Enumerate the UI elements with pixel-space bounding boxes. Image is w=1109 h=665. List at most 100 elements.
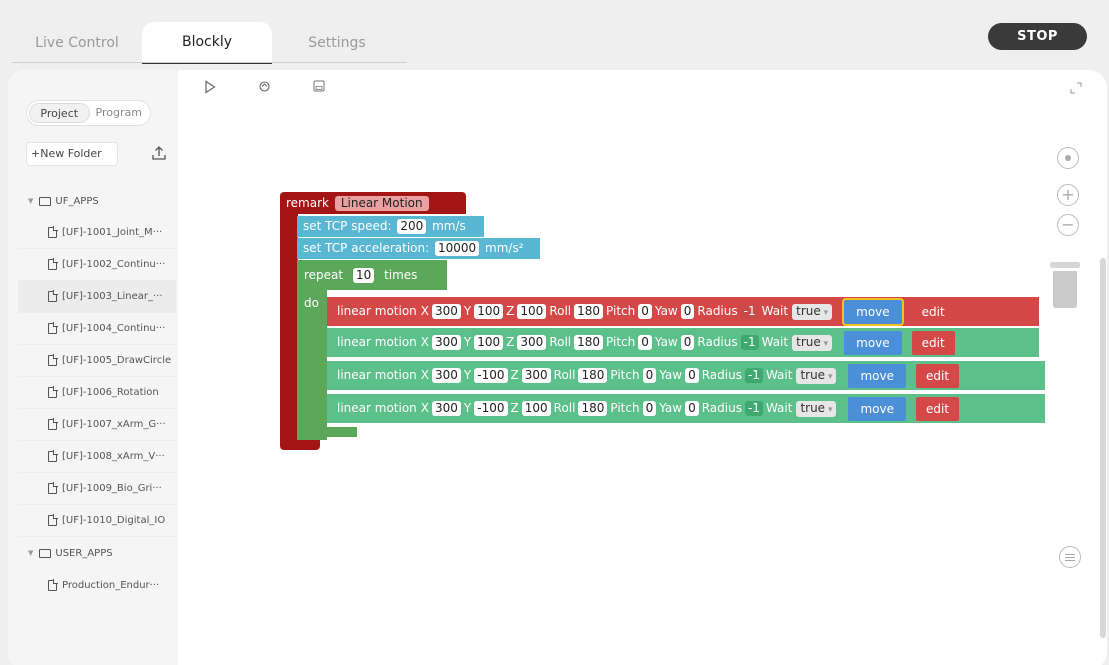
file-label: [UF]-1010_Digital_IO <box>62 515 166 526</box>
upload-icon[interactable] <box>150 144 168 162</box>
edit-button[interactable]: edit <box>915 363 960 388</box>
roll-field[interactable]: 180 <box>578 368 608 383</box>
move-button[interactable]: move <box>848 396 906 421</box>
file-item[interactable]: [UF]-1008_xArm_V··· <box>18 441 176 473</box>
folder-user-apps[interactable]: ▼ USER_APPS <box>18 537 176 569</box>
y-field[interactable]: -100 <box>474 401 508 416</box>
repeat-block[interactable]: repeat 10 times <box>297 260 447 290</box>
roll-field[interactable]: 180 <box>578 401 608 416</box>
pitch-field[interactable]: 0 <box>638 304 652 319</box>
set-tcp-speed-block[interactable]: set TCP speed: 200 mm/s <box>297 216 484 237</box>
radius-field[interactable]: -1 <box>740 304 759 319</box>
linear-motion-block-2[interactable]: linear motion X 300 Y 100 Z 300 Roll 180 Pit… <box>327 328 1039 357</box>
file-item[interactable]: [UF]-1010_Digital_IO <box>18 505 176 537</box>
pitch-field[interactable]: 0 <box>642 401 657 416</box>
file-item[interactable]: [UF]-1004_Continu··· <box>18 313 176 345</box>
file-icon <box>48 386 58 398</box>
radius-field[interactable]: -1 <box>740 335 759 350</box>
x-field[interactable]: 300 <box>432 401 461 416</box>
repeat-count-field[interactable]: 10 <box>352 268 375 283</box>
linear-motion-row: linear motion X 300 Y -100 Z 300 Roll 180 Pi… <box>327 361 1045 390</box>
wait-dropdown[interactable]: true <box>796 400 837 417</box>
y-field[interactable]: 100 <box>474 304 504 319</box>
move-button[interactable]: move <box>844 299 902 324</box>
file-item[interactable]: [UF]-1006_Rotation <box>18 377 176 409</box>
pitch-field[interactable]: 0 <box>638 335 652 350</box>
remark-text-field[interactable]: Linear Motion <box>334 196 429 211</box>
tab-settings[interactable]: Settings <box>272 22 402 64</box>
yaw-field[interactable]: 0 <box>685 368 699 383</box>
folder-icon <box>39 196 52 206</box>
x-field[interactable]: 300 <box>432 304 461 319</box>
move-button[interactable]: move <box>844 330 902 355</box>
wait-dropdown[interactable]: true <box>792 303 833 320</box>
file-item[interactable]: [UF]-1009_Bio_Gri··· <box>18 473 176 505</box>
folder-label: USER_APPS <box>55 547 113 559</box>
tab-live-control[interactable]: Live Control <box>12 22 142 64</box>
file-item[interactable]: [UF]-1007_xArm_G··· <box>18 409 176 441</box>
move-button[interactable]: move <box>848 363 906 388</box>
file-item[interactable]: [UF]-1002_Continu··· <box>18 249 176 281</box>
linear-motion-block-1[interactable]: linear motion X 300 Y 100 Z 100 Roll 180 Pit… <box>327 297 1039 326</box>
yaw-field[interactable]: 0 <box>680 304 695 319</box>
segment-program[interactable]: Program <box>90 103 149 123</box>
z-field[interactable]: 300 <box>521 368 551 383</box>
z-label: Z <box>506 335 515 349</box>
save-icon[interactable] <box>313 80 325 92</box>
expand-icon[interactable] <box>1070 82 1082 94</box>
edit-button[interactable]: edit <box>911 299 955 324</box>
tcp-speed-field[interactable]: 200 <box>397 219 427 234</box>
tcp-accel-field[interactable]: 10000 <box>435 241 480 256</box>
y-field[interactable]: 100 <box>474 335 504 350</box>
stop-button[interactable]: STOP <box>988 23 1087 50</box>
folder-uf-apps[interactable]: ▼ UF_APPS <box>18 185 176 217</box>
segment-project[interactable]: Project <box>29 103 90 123</box>
remark-block[interactable]: remark Linear Motion <box>280 192 466 214</box>
radius-field[interactable]: -1 <box>744 368 763 383</box>
file-item-selected[interactable]: [UF]-1003_Linear_··· <box>18 281 176 313</box>
file-item[interactable]: [UF]-1005_DrawCircle <box>18 345 176 377</box>
edit-button[interactable]: edit <box>911 330 955 355</box>
set-tcp-acceleration-block[interactable]: set TCP acceleration: 10000 mm/s² <box>297 238 540 259</box>
y-field[interactable]: -100 <box>474 368 508 383</box>
new-folder-button[interactable]: +New Folder <box>26 142 118 166</box>
linear-motion-block-4[interactable]: linear motion X 300 Y -100 Z 100 Roll 180 Pi… <box>327 394 1045 423</box>
roll-field[interactable]: 180 <box>574 304 604 319</box>
wait-dropdown[interactable]: true <box>792 334 833 351</box>
x-field[interactable]: 300 <box>432 368 461 383</box>
file-icon <box>48 418 58 430</box>
play-icon[interactable] <box>204 80 216 94</box>
wait-label: Wait <box>761 304 789 318</box>
wait-label: Wait <box>765 401 793 415</box>
yaw-field[interactable]: 0 <box>680 335 695 350</box>
yaw-field[interactable]: 0 <box>685 401 699 416</box>
list-icon[interactable] <box>1059 546 1081 568</box>
file-item[interactable]: Production_Endur··· <box>18 569 176 601</box>
file-icon <box>48 450 58 462</box>
linear-motion-block-3[interactable]: linear motion X 300 Y -100 Z 300 Roll 180 Pi… <box>327 361 1045 390</box>
tcp-accel-label: set TCP acceleration: <box>303 241 430 255</box>
zoom-out-icon[interactable]: − <box>1057 214 1079 236</box>
linear-motion-row: linear motion X 300 Y 100 Z 300 Roll 180 Pit… <box>327 328 1039 357</box>
tcp-speed-unit: mm/s <box>432 219 466 233</box>
z-field[interactable]: 300 <box>517 335 547 350</box>
repeat-suffix: times <box>384 268 418 282</box>
project-sidebar: Project Program +New Folder ▼ UF_APPS [U… <box>8 70 178 665</box>
tab-blockly[interactable]: Blockly <box>142 22 272 64</box>
z-field[interactable]: 100 <box>517 304 547 319</box>
edit-button[interactable]: edit <box>915 396 960 421</box>
z-field[interactable]: 100 <box>521 401 551 416</box>
trash-icon[interactable] <box>1050 262 1080 308</box>
file-item[interactable]: [UF]-1001_Joint_M··· <box>18 217 176 249</box>
sync-icon[interactable] <box>258 80 271 93</box>
pitch-field[interactable]: 0 <box>642 368 657 383</box>
roll-field[interactable]: 180 <box>574 335 604 350</box>
target-icon[interactable] <box>1057 147 1079 169</box>
motion-name: linear motion <box>337 304 417 318</box>
radius-field[interactable]: -1 <box>744 401 763 416</box>
x-field[interactable]: 300 <box>432 335 461 350</box>
zoom-in-icon[interactable]: + <box>1057 184 1079 206</box>
wait-dropdown[interactable]: true <box>796 367 837 384</box>
file-label: Production_Endur··· <box>62 579 160 591</box>
workspace-scrollbar[interactable] <box>1100 258 1106 638</box>
